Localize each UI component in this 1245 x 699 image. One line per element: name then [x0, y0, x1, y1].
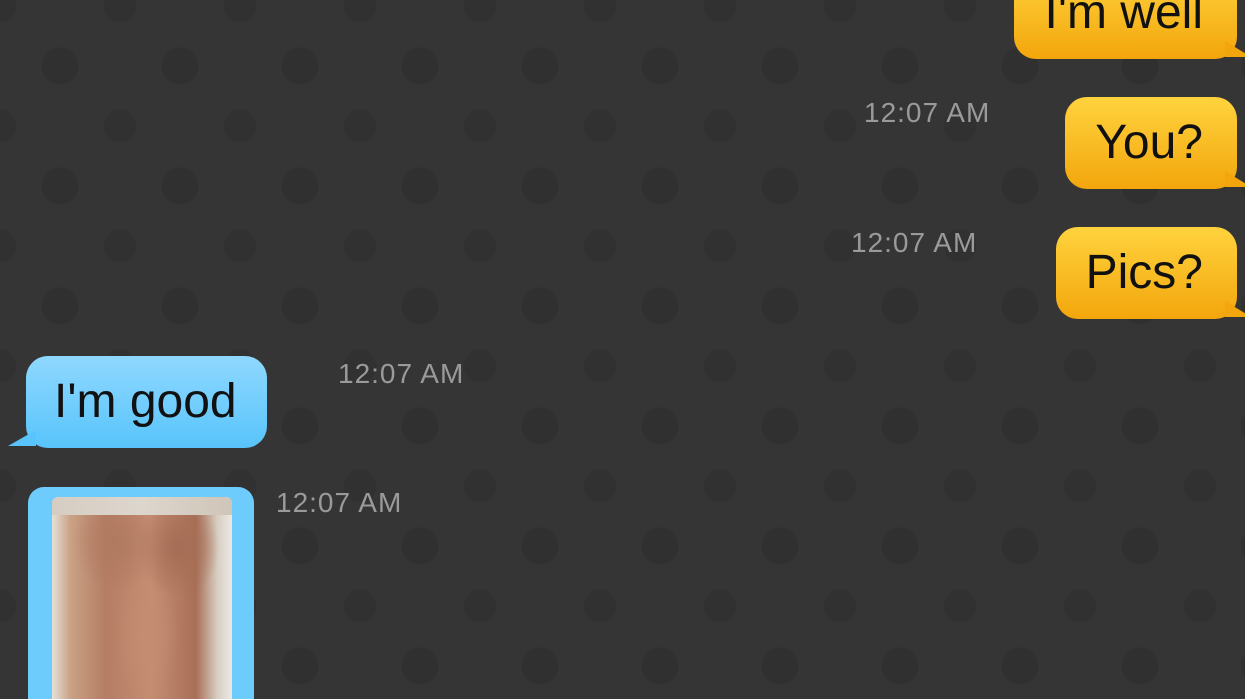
incoming-photo-message[interactable] — [28, 487, 254, 699]
message-text: I'm good — [54, 375, 237, 428]
message-timestamp: 12:07 AM — [864, 97, 991, 128]
outgoing-message-bubble[interactable]: You? — [1065, 97, 1245, 189]
message-text: I'm well — [1044, 0, 1203, 39]
outgoing-message-bubble[interactable]: I'm well — [1014, 0, 1245, 59]
message-text: You? — [1095, 116, 1203, 169]
outgoing-message-bubble[interactable]: Pics? — [1055, 227, 1245, 319]
message-timestamp: 12:07 AM — [276, 487, 403, 518]
message-text: Pics? — [1085, 246, 1203, 299]
message-timestamp: 12:07 AM — [338, 358, 465, 389]
incoming-message-bubble[interactable]: I'm good — [8, 356, 267, 448]
chat-thread[interactable]: I'm well 12:07 AM You? 12:07 AM Pics? I'… — [0, 0, 1245, 699]
photo-thumbnail[interactable] — [52, 497, 232, 699]
message-timestamp: 12:07 AM — [851, 227, 978, 258]
